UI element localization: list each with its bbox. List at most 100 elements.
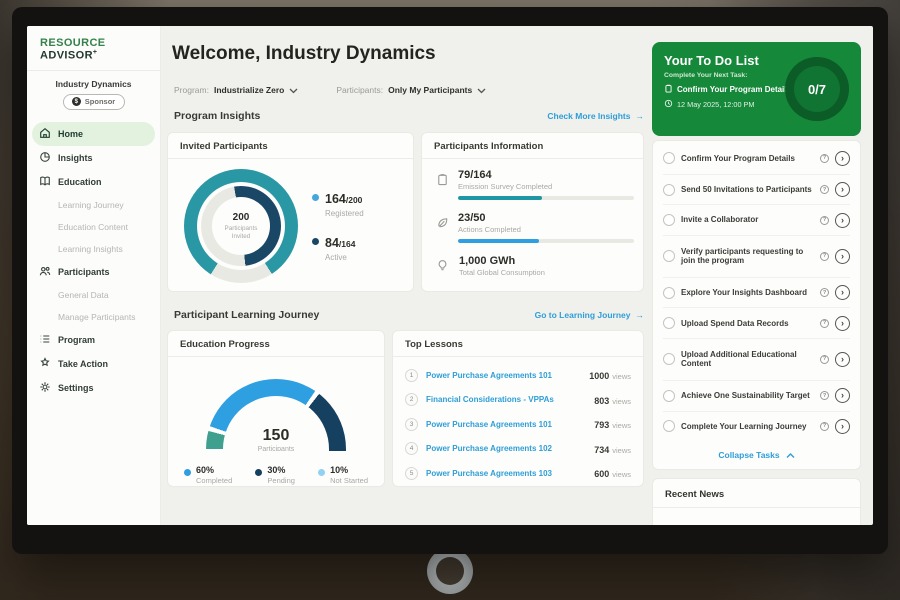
legend-value: 164 xyxy=(325,192,346,206)
lesson-row: 4 Power Purchase Agreements 102 734views xyxy=(405,437,631,462)
chevron-right-icon[interactable]: › xyxy=(835,388,850,403)
sponsor-icon: $ xyxy=(72,97,81,106)
lesson-link[interactable]: Power Purchase Agreements 101 xyxy=(426,420,586,429)
chevron-right-icon[interactable]: › xyxy=(835,285,850,300)
sidebar-item-general-data[interactable]: General Data xyxy=(27,284,160,306)
sidebar-item-label: Learning Journey xyxy=(58,200,124,210)
sidebar-item-learning-journey[interactable]: Learning Journey xyxy=(27,194,160,216)
progress-fill xyxy=(458,239,539,243)
task-checkbox[interactable] xyxy=(663,214,675,226)
sidebar-item-label: Education xyxy=(58,177,102,187)
sidebar-item-label: Home xyxy=(58,129,83,139)
invited-participants-donut-chart: 200 Participants Invited xyxy=(184,169,298,283)
chevron-right-icon[interactable]: › xyxy=(835,213,850,228)
task-row[interactable]: Explore Your Insights Dashboard ? › xyxy=(663,277,850,308)
task-checkbox[interactable] xyxy=(663,317,675,329)
lesson-link[interactable]: Power Purchase Agreements 103 xyxy=(426,469,586,478)
brand-primary: RESOURCE xyxy=(40,37,106,49)
views-suffix: views xyxy=(612,470,631,479)
sponsor-badge[interactable]: $ Sponsor xyxy=(63,94,125,110)
sidebar-item-insights[interactable]: Insights xyxy=(27,146,160,170)
task-label: Upload Additional Educational Content xyxy=(681,350,814,369)
info-icon[interactable]: ? xyxy=(820,355,829,364)
info-icon[interactable]: ? xyxy=(820,216,829,225)
task-row[interactable]: Achieve One Sustainability Target ? › xyxy=(663,380,850,411)
sidebar-item-education[interactable]: Education xyxy=(27,170,160,194)
sidebar-item-learning-insights[interactable]: Learning Insights xyxy=(27,238,160,260)
sidebar-item-home[interactable]: Home xyxy=(32,122,155,146)
info-icon[interactable]: ? xyxy=(820,288,829,297)
chevron-right-icon[interactable]: › xyxy=(835,316,850,331)
info-icon[interactable]: ? xyxy=(820,319,829,328)
views-count: 734 xyxy=(594,445,609,455)
task-checkbox[interactable] xyxy=(663,184,675,196)
task-row[interactable]: Confirm Your Program Details ? › xyxy=(663,143,850,174)
legend-bullet xyxy=(312,238,319,245)
views-suffix: views xyxy=(612,372,631,381)
info-icon[interactable]: ? xyxy=(820,154,829,163)
sidebar-item-manage-participants[interactable]: Manage Participants xyxy=(27,306,160,328)
go-to-learning-journey-link[interactable]: Go to Learning Journey → xyxy=(535,310,644,320)
action-icon xyxy=(39,357,51,371)
task-label: Verify participants requesting to join t… xyxy=(681,247,814,266)
collapse-tasks-link[interactable]: Collapse Tasks xyxy=(663,441,850,469)
sidebar-item-label: Program xyxy=(58,335,95,345)
sidebar-item-label: Education Content xyxy=(58,222,128,232)
brand-logo[interactable]: RESOURCE ADVISOR+ xyxy=(27,26,160,70)
task-checkbox[interactable] xyxy=(663,353,675,365)
legend-item-registered: 164/200 Registered xyxy=(312,190,364,218)
task-row[interactable]: Invite a Collaborator ? › xyxy=(663,204,850,235)
progress-track xyxy=(458,196,634,200)
task-checkbox[interactable] xyxy=(663,287,675,299)
link-label: Check More Insights xyxy=(547,111,630,121)
legend-bullet xyxy=(312,194,319,201)
link-label: Go to Learning Journey xyxy=(535,310,631,320)
legend-pct: 60% xyxy=(196,465,232,475)
task-row[interactable]: Upload Spend Data Records ? › xyxy=(663,307,850,338)
metric-label: Emission Survey Completed xyxy=(458,182,634,191)
info-icon[interactable]: ? xyxy=(820,252,829,261)
task-row[interactable]: Upload Additional Educational Content ? … xyxy=(663,338,850,380)
task-checkbox[interactable] xyxy=(663,152,675,164)
lesson-row: 5 Power Purchase Agreements 103 600views xyxy=(405,461,631,486)
sidebar-item-label: Settings xyxy=(58,383,94,393)
chevron-right-icon[interactable]: › xyxy=(835,419,850,434)
arrow-right-icon: → xyxy=(636,310,645,320)
program-filter[interactable]: Program: Industrialize Zero xyxy=(174,81,298,99)
program-insights-title: Program Insights xyxy=(174,110,260,122)
chevron-right-icon[interactable]: › xyxy=(835,182,850,197)
top-lessons-card: Top Lessons 1 Power Purchase Agreements … xyxy=(392,330,644,487)
gauge-center-label: Participants xyxy=(206,446,346,451)
task-row[interactable]: Complete Your Learning Journey ? › xyxy=(663,411,850,442)
donut-center-value: 200 xyxy=(233,212,250,223)
info-icon[interactable]: ? xyxy=(820,185,829,194)
info-icon[interactable]: ? xyxy=(820,422,829,431)
task-label: Confirm Your Program Details xyxy=(681,154,814,164)
task-label: Complete Your Learning Journey xyxy=(681,422,814,432)
task-label: Invite a Collaborator xyxy=(681,215,814,225)
chevron-right-icon[interactable]: › xyxy=(835,352,850,367)
donut-legend: 164/200 Registered 84/164 Active xyxy=(312,190,364,262)
chevron-right-icon[interactable]: › xyxy=(835,151,850,166)
task-row[interactable]: Send 50 Invitations to Participants ? › xyxy=(663,174,850,205)
sidebar-item-education-content[interactable]: Education Content xyxy=(27,216,160,238)
sidebar-item-take-action[interactable]: Take Action xyxy=(27,352,160,376)
chevron-right-icon[interactable]: › xyxy=(835,249,850,264)
task-row[interactable]: Verify participants requesting to join t… xyxy=(663,235,850,277)
sidebar-item-settings[interactable]: Settings xyxy=(27,376,160,400)
participants-filter[interactable]: Participants: Only My Participants xyxy=(336,81,486,99)
task-checkbox[interactable] xyxy=(663,390,675,402)
sidebar-item-label: Participants xyxy=(58,267,110,277)
info-icon[interactable]: ? xyxy=(820,391,829,400)
chevron-up-icon xyxy=(786,446,795,464)
sidebar-item-program[interactable]: Program xyxy=(27,328,160,352)
lesson-link[interactable]: Power Purchase Agreements 101 xyxy=(426,371,581,380)
task-checkbox[interactable] xyxy=(663,250,675,262)
lesson-link[interactable]: Financial Considerations - VPPAs xyxy=(426,395,586,404)
lesson-link[interactable]: Power Purchase Agreements 102 xyxy=(426,444,586,453)
page-title: Welcome, Industry Dynamics xyxy=(172,43,436,65)
task-checkbox[interactable] xyxy=(663,420,675,432)
sidebar-divider xyxy=(27,70,160,71)
sidebar-item-participants[interactable]: Participants xyxy=(27,260,160,284)
check-more-insights-link[interactable]: Check More Insights→ xyxy=(547,111,644,121)
